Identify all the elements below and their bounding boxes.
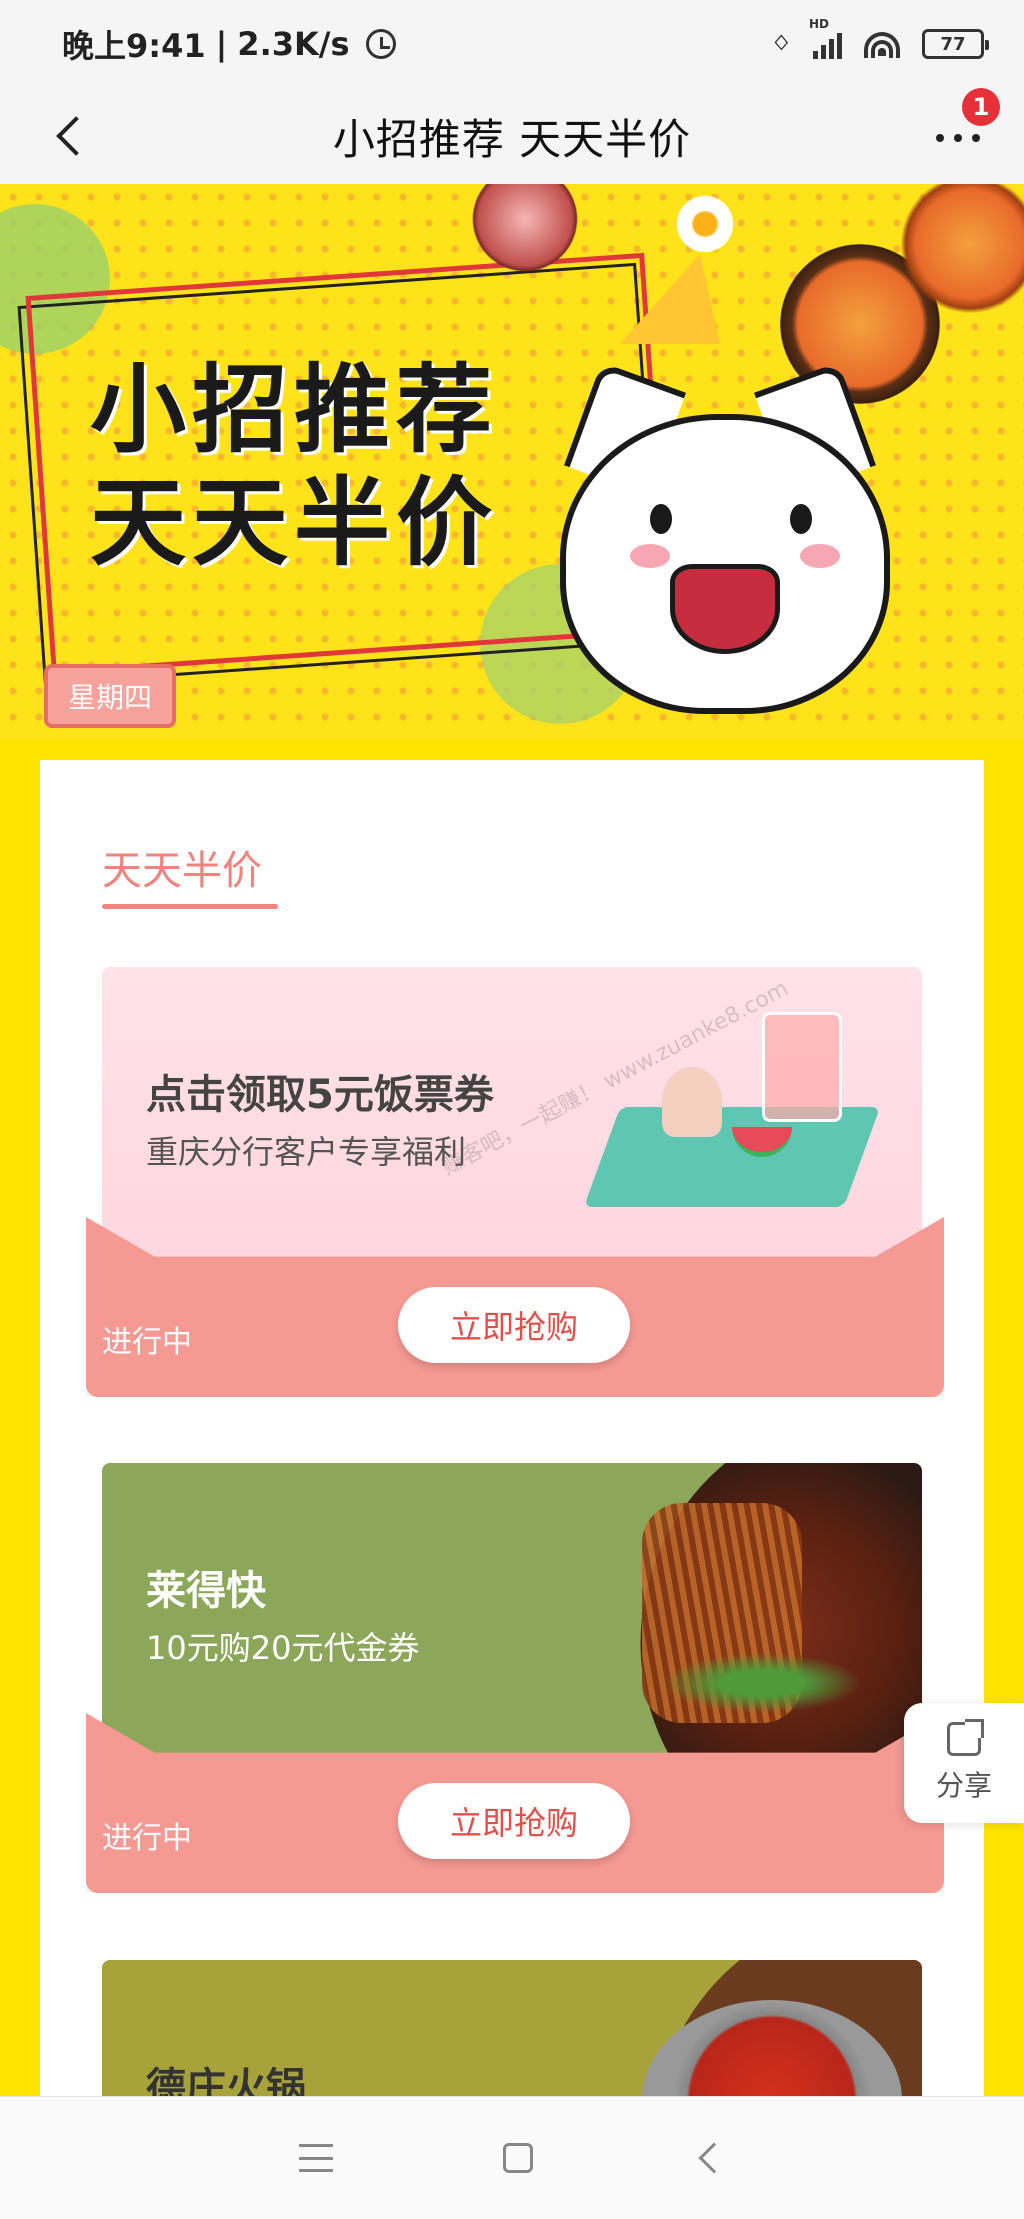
battery-level: 77 (940, 33, 966, 55)
system-nav-bar (0, 2096, 1024, 2219)
card-subtitle: 重庆分行客户专享福利 (146, 1133, 467, 1171)
cat-cheek (630, 544, 670, 568)
book-icon (583, 1107, 881, 1207)
status-left: 晚上9:41 | 2.3K/s (62, 21, 396, 67)
card-title: 点击领取5元饭票券 (146, 1072, 494, 1118)
section-underline (102, 904, 278, 909)
deal-card[interactable]: 莱得快 10元购20元代金券 进行中 立即抢购 (86, 1463, 944, 1893)
status-right: ᛜ HD 77 (771, 17, 989, 63)
status-speed: 2.3K/s (237, 25, 350, 63)
notification-badge: 1 (962, 88, 1000, 126)
bluetooth-icon: ᛜ (771, 25, 791, 63)
wifi-icon (864, 30, 900, 58)
greens-photo (662, 1653, 862, 1713)
banner-title-line2: 天天半价 (90, 467, 498, 580)
card-status: 进行中 (102, 1821, 192, 1856)
section-title: 天天半价 (102, 848, 262, 894)
card-title: 莱得快 (146, 1568, 266, 1614)
back-icon[interactable] (698, 2142, 730, 2174)
banner-title: 小招推荐 天天半价 (90, 354, 498, 581)
card-image: 莱得快 10元购20元代金券 (102, 1463, 922, 1763)
back-button[interactable] (48, 112, 94, 158)
alarm-icon (365, 29, 396, 59)
home-icon[interactable] (503, 2143, 533, 2173)
menu-icon[interactable] (299, 2144, 333, 2172)
status-bar: 晚上9:41 | 2.3K/s ᛜ HD 77 (0, 0, 1024, 88)
cat-mouth (670, 564, 780, 654)
egg-icon (670, 194, 740, 254)
cat-eye (650, 504, 672, 534)
weekday-tag: 星期四 (44, 664, 177, 728)
buy-now-button[interactable]: 立即抢购 (398, 1287, 630, 1363)
promo-banner: 小招推荐 天天半价 星期四 (0, 184, 1024, 739)
status-time: 晚上9:41 (62, 27, 206, 65)
drink-icon (762, 1012, 842, 1122)
signal-icon: HD (809, 17, 842, 59)
girl-illustration (662, 1067, 722, 1137)
page-title: 小招推荐 天天半价 (332, 114, 692, 164)
network-type: HD (809, 17, 830, 31)
card-subtitle: 10元购20元代金券 (146, 1629, 420, 1667)
cat-cheek (800, 544, 840, 568)
cat-eye (790, 504, 812, 534)
more-dot-icon (954, 134, 962, 142)
share-button[interactable]: 分享 (904, 1703, 1024, 1823)
more-dot-icon (972, 134, 980, 142)
share-icon (947, 1719, 984, 1756)
nav-bar: 小招推荐 天天半价 1 (0, 88, 1024, 184)
deal-card[interactable]: 点击领取5元饭票券 重庆分行客户专享福利 进行中 立即抢购 (86, 967, 944, 1397)
card-status: 进行中 (102, 1325, 192, 1360)
content-panel: 天天半价 点击领取5元饭票券 重庆分行客户专享福利 进行中 立即抢购 莱得快 1… (40, 760, 984, 2219)
status-divider: | (215, 25, 228, 63)
more-dot-icon (936, 134, 944, 142)
share-label: 分享 (935, 1769, 992, 1802)
battery-icon: 77 (922, 29, 989, 59)
buy-now-button[interactable]: 立即抢购 (398, 1783, 630, 1859)
banner-title-line1: 小招推荐 (90, 354, 498, 466)
